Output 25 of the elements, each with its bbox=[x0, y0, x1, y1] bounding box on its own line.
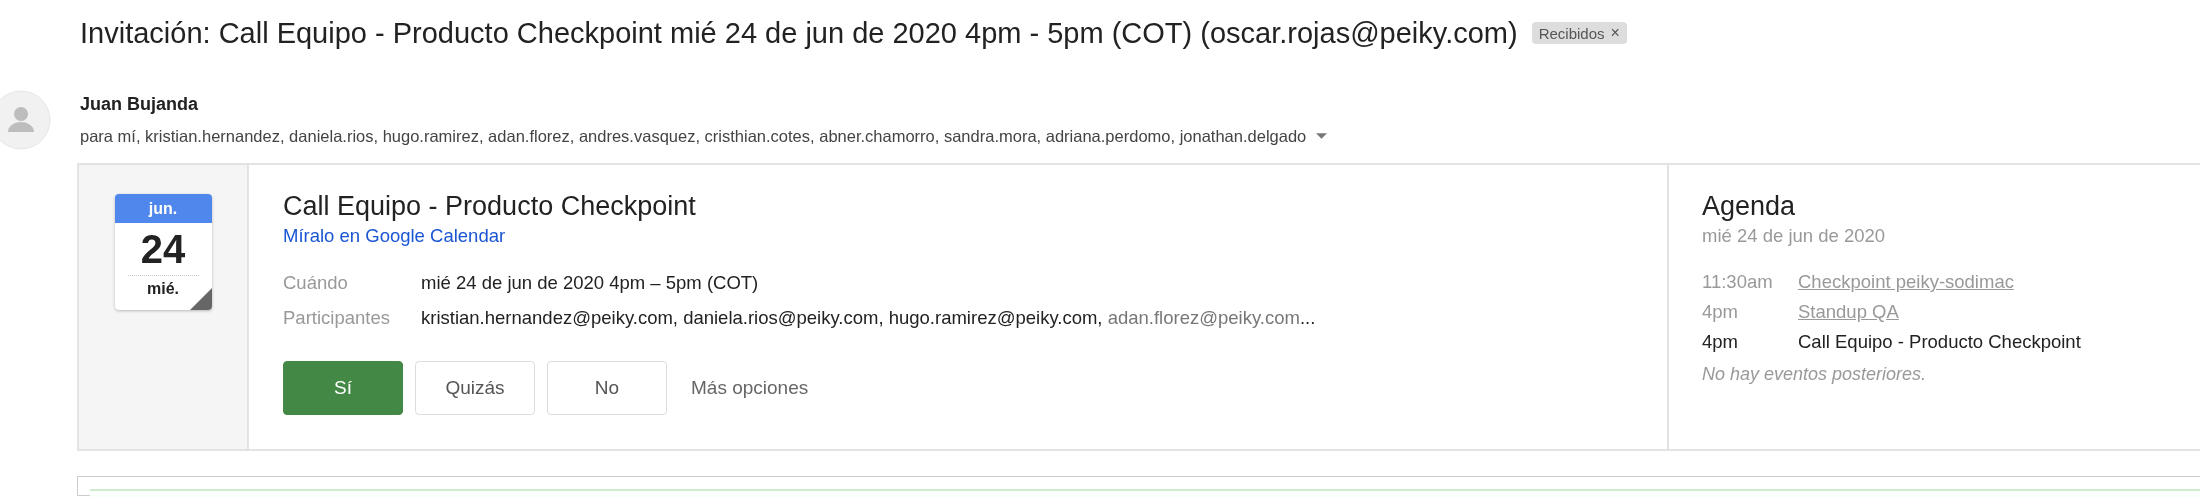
event-title: Call Equipo - Producto Checkpoint bbox=[283, 191, 697, 222]
rsvp-button[interactable]: No bbox=[547, 361, 667, 415]
remove-label-button[interactable]: × bbox=[1610, 24, 1620, 42]
rsvp-button[interactable]: Sí bbox=[283, 361, 403, 415]
event-time: 4pm bbox=[1702, 301, 1738, 323]
event-time: 4pm bbox=[1702, 331, 1738, 353]
event-title: Call Equipo - Producto Checkpoint bbox=[1798, 331, 2081, 353]
participants-label: Participantes bbox=[283, 307, 390, 329]
agenda-note: No hay eventos posteriores. bbox=[1702, 364, 1928, 385]
agenda-date: mié 24 de jun de 2020 bbox=[1702, 225, 1887, 247]
when-label: Cuándo bbox=[283, 272, 348, 294]
email-subject: Invitación: Call Equipo - Producto Checkpoint mié 24 de jun de 2020 4pm - 5pm (COT) (oscar.rojas@peiky.com) bbox=[80, 16, 1518, 50]
more-options-button[interactable]: Más opciones bbox=[687, 373, 813, 403]
when-value: mié 24 de jun de 2020 4pm – 5pm (COT) bbox=[421, 272, 759, 294]
calendar-date-icon: jun. 24 mié. bbox=[114, 194, 212, 310]
event-time: 11:30am bbox=[1702, 271, 1773, 293]
label-chip: Recibidos × bbox=[1531, 22, 1627, 44]
caret-icon[interactable] bbox=[1316, 133, 1328, 140]
rsvp-button[interactable]: Quizás bbox=[415, 361, 535, 415]
agenda-title: Agenda bbox=[1702, 191, 1797, 222]
calendar-link[interactable]: Míralo en Google Calendar bbox=[283, 225, 506, 247]
recipients-list: para mí, kristian.hernandez, daniela.rios, hugo.ramirez, adan.florez, andres.vasquez, cristhian.cotes, abner.chamorro, sandra.mora, adriana.perdomo, jonathan.delgado bbox=[80, 127, 1307, 146]
participants-list: kristian.hernandez@peiky.com, daniela.rios@peiky.com, hugo.ramirez@peiky.com, adan.florez@peiky.com... bbox=[421, 307, 1316, 329]
avatar-icon bbox=[0, 90, 51, 150]
sender-name: Juan Bujanda bbox=[80, 94, 200, 115]
